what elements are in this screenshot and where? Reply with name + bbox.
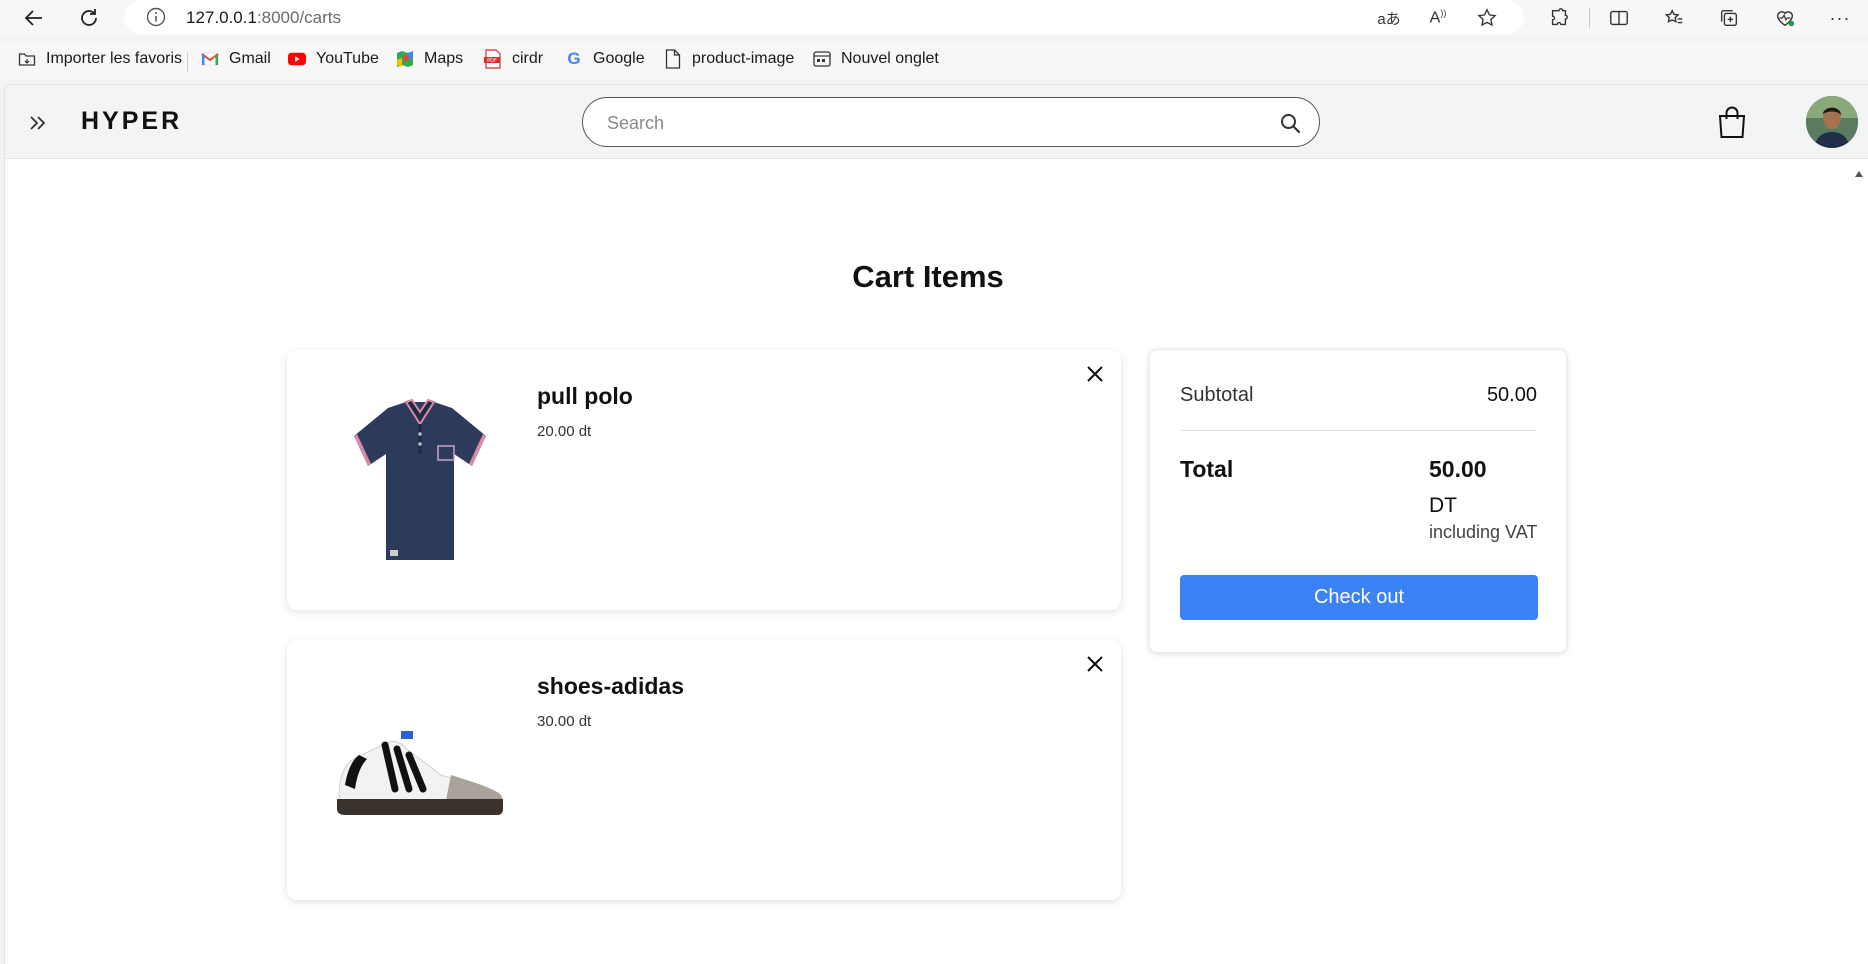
product-name[interactable]: shoes-adidas xyxy=(537,673,684,700)
browser-toolbar: 127.0.0.1:8000/carts aあ A)) ··· xyxy=(0,0,1868,36)
total-label: Total xyxy=(1180,456,1234,482)
shopping-bag-button[interactable] xyxy=(1715,103,1749,141)
close-icon xyxy=(1087,656,1103,672)
cart-item: pull polo 20.00 dt xyxy=(287,350,1121,610)
product-price: 20.00 dt xyxy=(537,423,592,440)
user-avatar[interactable] xyxy=(1806,96,1858,148)
remove-item-button[interactable] xyxy=(1081,360,1109,388)
url-host: 127.0.0.1 xyxy=(186,8,257,27)
info-icon xyxy=(146,7,166,27)
extensions-button[interactable] xyxy=(1544,3,1574,33)
close-icon xyxy=(1087,366,1103,382)
maps-icon xyxy=(396,50,414,68)
product-image[interactable] xyxy=(327,380,512,580)
collections-icon xyxy=(1720,9,1738,27)
checkout-button[interactable]: Check out xyxy=(1180,575,1538,620)
read-aloud-icon: A)) xyxy=(1429,8,1447,27)
favorite-button[interactable] xyxy=(1472,3,1502,33)
favorites-button[interactable] xyxy=(1659,3,1689,33)
page-viewport: HYPER Cart Items xyxy=(4,84,1868,964)
remove-item-button[interactable] xyxy=(1081,650,1109,678)
page-title: Cart Items xyxy=(852,259,1004,294)
bookmark-label: Nouvel onglet xyxy=(841,50,939,67)
bookmark-label: cirdr xyxy=(512,50,544,67)
bookmark-label: Google xyxy=(593,50,645,67)
app-header: HYPER xyxy=(5,85,1868,159)
split-screen-icon xyxy=(1610,10,1628,26)
google-icon: G xyxy=(567,49,581,68)
polo-shirt-image xyxy=(353,398,486,560)
url-text: 127.0.0.1:8000/carts xyxy=(186,8,341,28)
summary-divider xyxy=(1180,430,1537,431)
bookmark-gmail[interactable]: Gmail xyxy=(201,50,271,68)
bookmark-divider xyxy=(187,52,188,72)
folder-import-icon xyxy=(18,50,36,68)
translate-button[interactable]: aあ xyxy=(1374,3,1404,33)
bookmark-label: YouTube xyxy=(316,50,379,67)
back-button[interactable] xyxy=(18,2,50,34)
total-currency: DT xyxy=(1429,494,1457,517)
product-name[interactable]: pull polo xyxy=(537,383,633,410)
pdf-icon: PDF xyxy=(484,49,502,69)
bookmark-maps[interactable]: Maps xyxy=(396,50,463,68)
read-aloud-button[interactable]: A)) xyxy=(1423,3,1453,33)
address-bar[interactable]: 127.0.0.1:8000/carts aあ A)) xyxy=(124,0,1524,34)
double-chevron-right-icon xyxy=(30,116,46,130)
heart-pulse-icon xyxy=(1776,11,1795,27)
product-image[interactable] xyxy=(327,670,512,870)
split-screen-button[interactable] xyxy=(1604,3,1634,33)
bookmark-label: Gmail xyxy=(229,50,271,67)
search-input[interactable] xyxy=(607,110,1247,136)
total-value: 50.00 xyxy=(1429,456,1487,482)
svg-text:PDF: PDF xyxy=(487,58,497,64)
vat-note: including VAT xyxy=(1429,522,1538,542)
subtotal-value: 50.00 xyxy=(1486,384,1537,406)
refresh-button[interactable] xyxy=(73,2,105,34)
arrow-left-icon xyxy=(24,10,42,26)
shopping-bag-icon xyxy=(1718,106,1746,138)
bookmark-cirdr[interactable]: PDF cirdr xyxy=(484,49,544,69)
search-icon xyxy=(1281,114,1301,134)
avatar-photo xyxy=(1806,96,1858,148)
gmail-icon xyxy=(201,50,219,68)
bookmarks-bar: Importer les favoris Gmail YouTube Maps … xyxy=(0,42,1868,80)
url-path: :8000/carts xyxy=(256,8,342,27)
refresh-icon xyxy=(81,9,97,26)
more-menu-button[interactable]: ··· xyxy=(1825,3,1855,33)
scrollbar-up-arrow[interactable] xyxy=(1852,167,1866,181)
puzzle-icon xyxy=(1551,8,1568,26)
order-summary: Subtotal 50.00 Total 50.00 DT including … xyxy=(1149,349,1567,653)
search-bar xyxy=(582,97,1320,147)
search-button[interactable] xyxy=(1277,110,1303,136)
subtotal-label: Subtotal xyxy=(1180,384,1254,406)
toolbar-divider xyxy=(1589,8,1590,28)
new-tab-icon xyxy=(813,50,831,68)
browser-essentials-button[interactable] xyxy=(1770,3,1800,33)
bookmark-new-tab[interactable]: Nouvel onglet xyxy=(813,50,939,68)
youtube-icon xyxy=(288,50,306,68)
bookmark-import[interactable]: Importer les favoris xyxy=(18,50,182,68)
sneaker-image xyxy=(336,731,503,815)
collections-button[interactable] xyxy=(1714,3,1744,33)
favorites-list-icon xyxy=(1664,9,1683,24)
bookmark-label: product-image xyxy=(692,50,795,67)
sidebar-toggle-button[interactable] xyxy=(23,109,53,137)
product-price: 30.00 dt xyxy=(537,713,592,730)
translate-icon: aあ xyxy=(1377,10,1401,28)
document-icon xyxy=(664,49,682,69)
triangle-up-icon xyxy=(1855,171,1863,177)
star-icon xyxy=(1477,8,1497,27)
bookmark-product-image[interactable]: product-image xyxy=(664,49,795,69)
bookmark-label: Importer les favoris xyxy=(46,50,183,67)
bookmark-youtube[interactable]: YouTube xyxy=(288,50,379,68)
bookmark-label: Maps xyxy=(424,50,464,67)
ellipsis-icon: ··· xyxy=(1829,7,1851,28)
cart-item: shoes-adidas 30.00 dt xyxy=(287,640,1121,900)
brand-logo[interactable]: HYPER xyxy=(81,107,182,136)
bookmark-google[interactable]: G Google xyxy=(565,49,645,68)
